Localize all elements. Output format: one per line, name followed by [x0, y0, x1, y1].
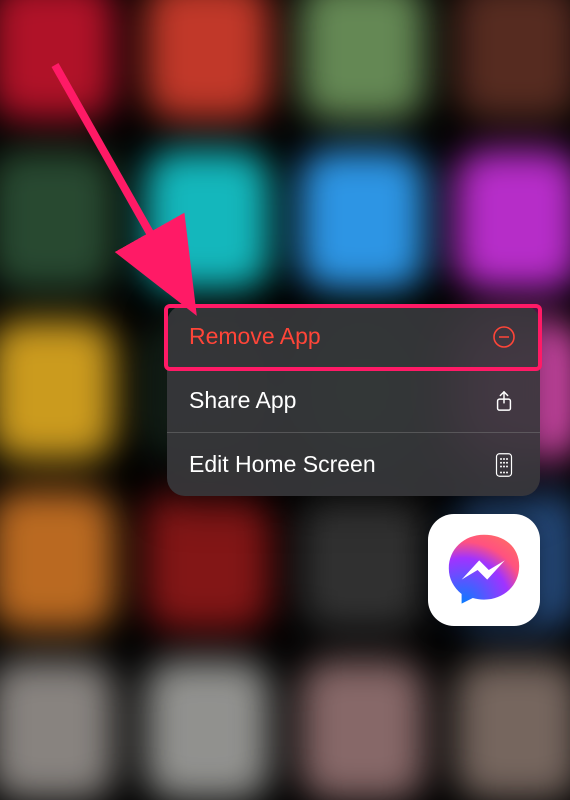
- menu-item-label: Remove App: [189, 323, 321, 350]
- menu-item-edit-home-screen[interactable]: Edit Home Screen: [167, 433, 540, 496]
- menu-item-label: Share App: [189, 387, 296, 414]
- app-context-menu: Remove App Share App Edit Home Screen: [167, 305, 540, 496]
- messenger-logo-icon: [444, 530, 524, 610]
- menu-item-share-app[interactable]: Share App: [167, 369, 540, 433]
- phone-grid-icon: [490, 451, 518, 479]
- minus-circle-icon: [490, 323, 518, 351]
- app-icon-messenger[interactable]: [428, 514, 540, 626]
- menu-item-remove-app[interactable]: Remove App: [167, 305, 540, 369]
- menu-item-label: Edit Home Screen: [189, 451, 376, 478]
- share-icon: [490, 387, 518, 415]
